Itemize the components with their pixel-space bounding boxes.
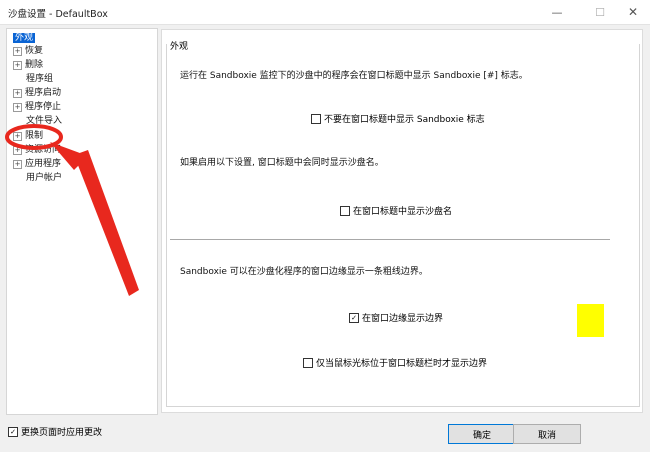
show-box-name-checkbox[interactable]: 在窗口标题中显示沙盘名 [340, 204, 452, 217]
tree-item-label: 文件导入 [26, 116, 63, 126]
tree-item-label: 用户帐户 [26, 173, 63, 183]
expand-icon[interactable]: + [13, 131, 22, 141]
checkbox-icon[interactable] [311, 113, 321, 124]
tree-item-label: 资源访问 [25, 145, 62, 155]
checkbox-label: 在窗口标题中显示沙盘名 [353, 207, 453, 217]
tree-item-label: 外观 [13, 33, 36, 43]
expand-icon[interactable]: + [13, 145, 22, 155]
tree-item-label: 应用程序 [25, 159, 62, 169]
checkbox-label: 更换页面时应用更改 [21, 428, 103, 438]
tree-item-label: 恢复 [25, 46, 44, 56]
tree-item-applications[interactable]: + 应用程序 [13, 158, 61, 170]
tree-item-label: 删除 [25, 60, 44, 70]
description-border: Sandboxie 可以在沙盘化程序的窗口边缘显示一条粗线边界。 [180, 267, 428, 277]
checkbox-icon[interactable] [303, 357, 313, 368]
expand-icon[interactable]: + [13, 159, 22, 169]
appearance-panel: 外观 运行在 Sandboxie 监控下的沙盘中的程序会在窗口标题中显示 San… [161, 29, 643, 413]
settings-tree: 外观 + 恢复 + 删除 程序组 + 程序启动 + 程序停止 文件导入 + 限制 + 资源访… [6, 28, 158, 415]
tree-item-label: 程序组 [26, 74, 54, 84]
border-titlebar-only-checkbox[interactable]: 仅当鼠标光标位于窗口标题栏时才显示边界 [303, 356, 487, 369]
expand-icon[interactable]: + [13, 60, 22, 70]
apply-on-switch-checkbox[interactable]: ✓ 更换页面时应用更改 [8, 425, 102, 438]
expand-icon[interactable]: + [13, 102, 22, 112]
ok-button[interactable]: 确定 [448, 424, 516, 444]
cancel-button[interactable]: 取消 [513, 424, 581, 444]
maximize-button[interactable]: ☐ [583, 0, 617, 24]
tree-item-resource-access[interactable]: + 资源访问 [13, 144, 61, 156]
minimize-button[interactable]: — [540, 0, 574, 24]
tree-item-appearance[interactable]: 外观 [13, 32, 36, 44]
tree-item-recovery[interactable]: + 恢复 [13, 45, 43, 57]
description-box-name: 如果启用以下设置, 窗口标题中会同时显示沙盘名。 [180, 158, 384, 168]
checkbox-label: 仅当鼠标光标位于窗口标题栏时才显示边界 [316, 359, 488, 369]
group-title: 外观 [170, 42, 189, 52]
tree-item-restrictions[interactable]: + 限制 [13, 130, 43, 142]
checkbox-label: 在窗口边缘显示边界 [362, 314, 444, 324]
expand-icon[interactable]: + [13, 88, 22, 98]
tree-item-delete[interactable]: + 删除 [13, 59, 43, 71]
tree-item-user-accounts[interactable]: 用户帐户 [26, 172, 62, 184]
tree-item-program-start[interactable]: + 程序启动 [13, 87, 61, 99]
tree-item-label: 限制 [25, 131, 44, 141]
checkbox-icon[interactable] [340, 205, 350, 216]
group-box [166, 44, 640, 407]
hide-marker-checkbox[interactable]: 不要在窗口标题中显示 Sandboxie 标志 [311, 112, 485, 125]
expand-icon[interactable]: + [13, 46, 22, 56]
checkbox-icon[interactable]: ✓ [8, 426, 18, 437]
tree-item-label: 程序启动 [25, 88, 62, 98]
tree-item-program-groups[interactable]: 程序组 [26, 73, 53, 85]
tree-item-file-migration[interactable]: 文件导入 [26, 115, 62, 127]
checkbox-icon[interactable]: ✓ [349, 312, 359, 323]
show-border-checkbox[interactable]: ✓ 在窗口边缘显示边界 [349, 311, 443, 324]
checkbox-label: 不要在窗口标题中显示 Sandboxie 标志 [324, 115, 485, 125]
window-title: 沙盘设置 - DefaultBox [8, 9, 108, 20]
border-color-swatch[interactable] [577, 304, 604, 337]
tree-item-program-stop[interactable]: + 程序停止 [13, 101, 61, 113]
separator [170, 239, 610, 240]
tree-item-label: 程序停止 [25, 102, 62, 112]
close-button[interactable]: ✕ [616, 0, 650, 24]
description-marker: 运行在 Sandboxie 监控下的沙盘中的程序会在窗口标题中显示 Sandbo… [180, 71, 528, 81]
title-bar: 沙盘设置 - DefaultBox — ☐ ✕ [0, 0, 650, 25]
